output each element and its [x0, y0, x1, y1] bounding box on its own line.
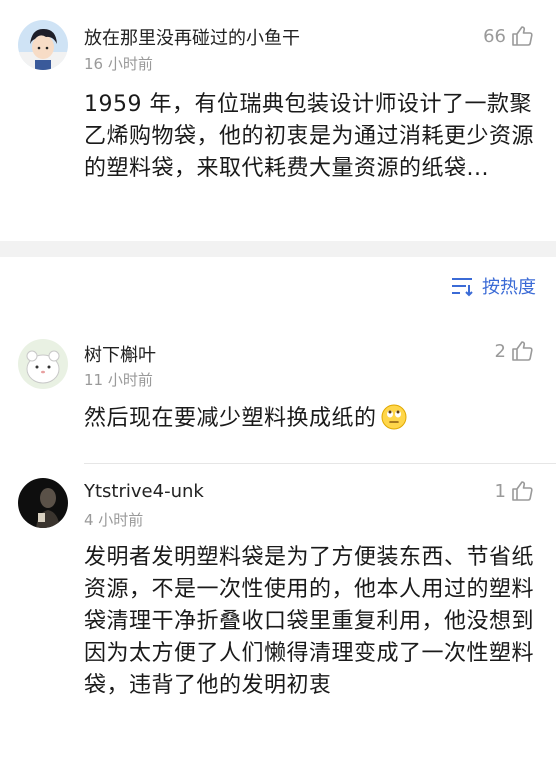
thumbs-up-icon — [512, 341, 533, 361]
thumbs-up-icon — [512, 26, 533, 46]
eye-roll-emoji-icon — [381, 404, 407, 430]
row-divider — [84, 463, 556, 464]
username[interactable]: 树下槲叶 — [84, 341, 156, 367]
avatar-anime-boy-icon — [18, 20, 68, 70]
thumbs-up-icon — [512, 481, 533, 501]
username[interactable]: 放在那里没再碰过的小鱼干 — [84, 24, 300, 50]
username[interactable]: Ytstrive4-unk — [84, 481, 204, 502]
like-count: 1 — [494, 480, 506, 502]
comment-text-row: 然后现在要减少塑料换成纸的 — [84, 403, 536, 435]
sort-button[interactable]: 按热度 — [450, 273, 536, 299]
avatar[interactable] — [18, 478, 68, 528]
like-button[interactable]: 2 — [495, 339, 534, 363]
comment-text: 发明者发明塑料袋是为了方便装东西、节省纸资源，不是一次性使用的，他本人用过的塑料… — [84, 545, 535, 698]
avatar-silhouette-icon — [18, 478, 68, 528]
comment-time: 11 小时前 — [84, 371, 153, 389]
like-count: 66 — [483, 25, 506, 47]
like-count: 2 — [494, 340, 506, 362]
avatar-hamster-icon — [18, 339, 68, 389]
like-button[interactable]: 66 — [483, 24, 534, 48]
sort-icon — [452, 278, 473, 297]
comment-time: 16 小时前 — [84, 55, 153, 73]
like-button[interactable]: 1 — [495, 479, 534, 503]
comment-text: 1959 年，有位瑞典包装设计师设计了一款聚乙烯购物袋，他的初衷是为通过消耗更少… — [84, 92, 535, 181]
comment-text: 然后现在要减少塑料换成纸的 — [84, 406, 377, 431]
avatar[interactable] — [18, 20, 68, 70]
sort-label: 按热度 — [482, 277, 536, 298]
avatar[interactable] — [18, 339, 68, 389]
section-divider — [0, 241, 556, 257]
comment-time: 4 小时前 — [84, 511, 144, 529]
